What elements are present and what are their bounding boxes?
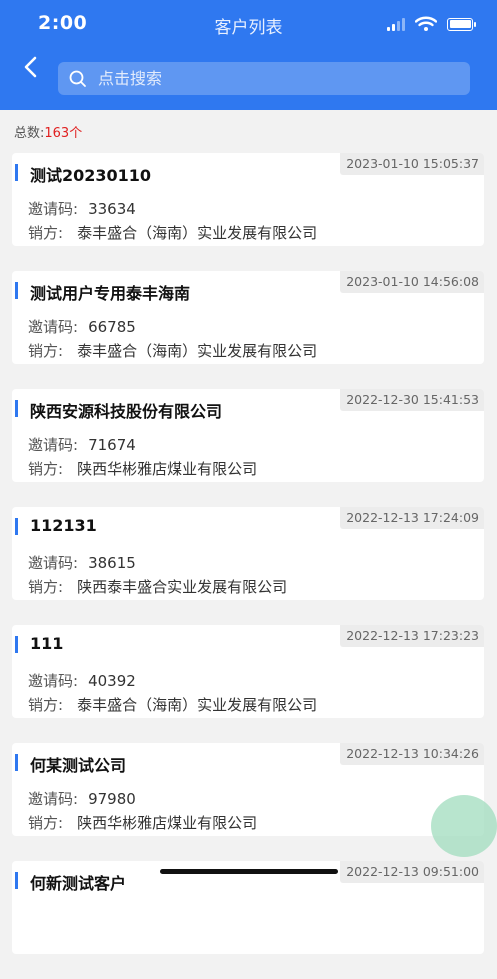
customer-name: 陕西安源科技股份有限公司 [30, 402, 223, 421]
invite-code-value: 33634 [88, 200, 136, 218]
search-input[interactable] [98, 69, 458, 88]
card-accent-bar [15, 872, 18, 889]
seller-label: 销方: [28, 696, 64, 714]
created-time: 2022-12-13 10:34:26 [340, 743, 484, 765]
seller-row: 销方: 陕西华彬雅店煤业有限公司 [28, 458, 257, 479]
invite-code-value: 40392 [88, 672, 136, 690]
invite-code-row: 邀请码: 38615 [28, 552, 136, 573]
card-accent-bar [15, 518, 18, 535]
customer-name: 何新测试客户 [30, 874, 127, 893]
search-icon [69, 70, 86, 87]
seller-label: 销方: [28, 224, 64, 242]
customer-name: 111 [30, 634, 64, 653]
customer-card[interactable]: 何某测试公司 2022-12-13 10:34:26 邀请码: 97980 销方:… [12, 743, 484, 836]
seller-value: 陕西华彬雅店煤业有限公司 [77, 460, 258, 478]
card-accent-bar [15, 754, 18, 771]
created-time: 2023-01-10 15:05:37 [340, 153, 484, 175]
created-time: 2022-12-13 17:23:23 [340, 625, 484, 647]
invite-code-value: 66785 [88, 318, 136, 336]
seller-label: 销方: [28, 342, 64, 360]
created-time: 2022-12-13 09:51:00 [340, 861, 484, 883]
seller-value: 陕西泰丰盛合实业发展有限公司 [77, 578, 288, 596]
invite-code-label: 邀请码: [28, 554, 79, 572]
search-bar[interactable] [58, 62, 470, 95]
invite-code-value: 97980 [88, 790, 136, 808]
app-header: 2:00 客户列表 [0, 0, 497, 110]
seller-label: 销方: [28, 578, 64, 596]
created-time: 2022-12-30 15:41:53 [340, 389, 484, 411]
seller-label: 销方: [28, 814, 64, 832]
total-label: 总数: [14, 126, 45, 141]
total-value: 163个 [44, 126, 83, 141]
seller-row: 销方: 泰丰盛合（海南）实业发展有限公司 [28, 694, 317, 715]
invite-code-label: 邀请码: [28, 200, 79, 218]
seller-row: 销方: 陕西华彬雅店煤业有限公司 [28, 812, 257, 833]
invite-code-label: 邀请码: [28, 436, 79, 454]
invite-code-value: 38615 [88, 554, 136, 572]
seller-row: 销方: 陕西泰丰盛合实业发展有限公司 [28, 576, 287, 597]
seller-label: 销方: [28, 460, 64, 478]
floating-action-button[interactable] [431, 795, 497, 857]
invite-code-row: 邀请码: 33634 [28, 198, 136, 219]
customer-name: 测试20230110 [30, 166, 152, 185]
customer-card[interactable]: 测试20230110 2023-01-10 15:05:37 邀请码: 33634… [12, 153, 484, 246]
card-accent-bar [15, 400, 18, 417]
home-indicator [160, 869, 338, 874]
customer-name: 何某测试公司 [30, 756, 127, 775]
seller-value: 泰丰盛合（海南）实业发展有限公司 [77, 696, 318, 714]
seller-row: 销方: 泰丰盛合（海南）实业发展有限公司 [28, 340, 317, 361]
invite-code-label: 邀请码: [28, 790, 79, 808]
invite-code-row: 邀请码: 97980 [28, 788, 136, 809]
invite-code-row: 邀请码: 40392 [28, 670, 136, 691]
invite-code-label: 邀请码: [28, 318, 79, 336]
seller-value: 泰丰盛合（海南）实业发展有限公司 [77, 224, 318, 242]
customer-name: 测试用户专用泰丰海南 [30, 284, 191, 303]
customer-list: 测试20230110 2023-01-10 15:05:37 邀请码: 33634… [12, 153, 484, 979]
status-icons [387, 14, 476, 34]
seller-value: 泰丰盛合（海南）实业发展有限公司 [77, 342, 318, 360]
status-bar: 2:00 客户列表 [0, 0, 497, 48]
invite-code-row: 邀请码: 66785 [28, 316, 136, 337]
cellular-signal-icon [387, 17, 405, 31]
invite-code-value: 71674 [88, 436, 136, 454]
total-count: 总数:163个 [14, 122, 82, 141]
card-accent-bar [15, 636, 18, 653]
customer-card[interactable]: 测试用户专用泰丰海南 2023-01-10 14:56:08 邀请码: 66785… [12, 271, 484, 364]
invite-code-row: 邀请码: 71674 [28, 434, 136, 455]
customer-card[interactable]: 112131 2022-12-13 17:24:09 邀请码: 38615 销方:… [12, 507, 484, 600]
back-arrow-icon[interactable] [18, 54, 44, 80]
battery-icon [447, 17, 476, 31]
seller-value: 陕西华彬雅店煤业有限公司 [77, 814, 258, 832]
customer-card[interactable]: 何新测试客户 2022-12-13 09:51:00 [12, 861, 484, 954]
created-time: 2023-01-10 14:56:08 [340, 271, 484, 293]
created-time: 2022-12-13 17:24:09 [340, 507, 484, 529]
customer-card[interactable]: 陕西安源科技股份有限公司 2022-12-30 15:41:53 邀请码: 716… [12, 389, 484, 482]
customer-name: 112131 [30, 516, 97, 535]
card-accent-bar [15, 282, 18, 299]
invite-code-label: 邀请码: [28, 672, 79, 690]
seller-row: 销方: 泰丰盛合（海南）实业发展有限公司 [28, 222, 317, 243]
card-accent-bar [15, 164, 18, 181]
customer-card[interactable]: 111 2022-12-13 17:23:23 邀请码: 40392 销方: 泰丰盛… [12, 625, 484, 718]
wifi-icon [415, 16, 437, 31]
